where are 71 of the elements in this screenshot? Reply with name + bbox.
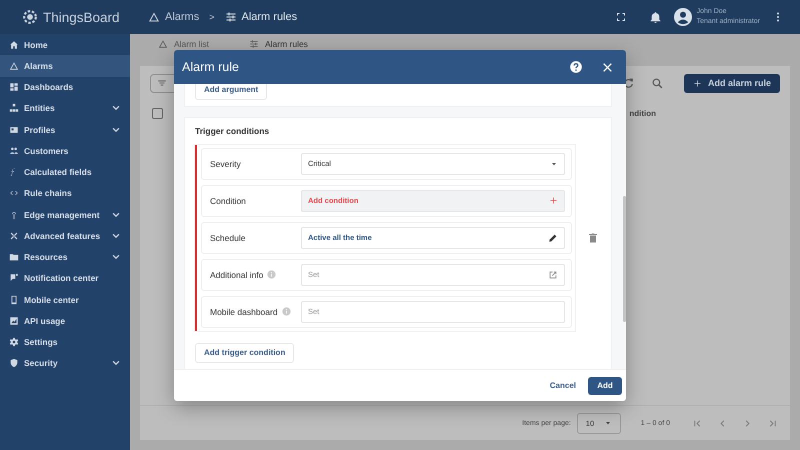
phone-icon — [9, 294, 19, 305]
folder-icon — [9, 252, 19, 262]
sidebar-item[interactable]: Advanced features — [0, 225, 130, 246]
breadcrumb-separator: > — [209, 12, 214, 22]
field-label: Mobile dashboard — [210, 306, 278, 316]
breadcrumb-current: Alarm rules — [224, 11, 298, 23]
fullscreen-icon — [614, 11, 627, 23]
sidebar-item[interactable]: Customers — [0, 140, 130, 162]
filter-icon — [157, 78, 167, 88]
chart-icon — [9, 316, 19, 326]
sidebar-item[interactable]: Alarms — [0, 55, 130, 76]
logo-text: ThingsBoard — [43, 10, 120, 24]
sidebar-item[interactable]: Notification center — [0, 268, 130, 289]
section-title: Trigger conditions — [195, 126, 270, 136]
dashboard-icon — [9, 82, 19, 92]
dropdown-arrow-icon — [604, 419, 612, 427]
warning-icon — [148, 11, 160, 23]
plus-icon — [692, 78, 702, 88]
breadcrumb-link[interactable]: Alarms — [148, 11, 200, 23]
cancel-button[interactable]: Cancel — [550, 381, 576, 390]
sidebar-item[interactable]: Edge management — [0, 204, 130, 226]
warning-icon — [9, 60, 19, 71]
sidebar-item[interactable]: Settings — [0, 332, 130, 353]
sidebar-item[interactable]: Home — [0, 34, 130, 56]
pencil-icon — [548, 232, 558, 242]
column-header: ndition — [629, 108, 656, 118]
field-label: Additional info — [210, 270, 264, 280]
scrollbar[interactable] — [623, 196, 626, 322]
field-label: Schedule — [210, 232, 246, 242]
open-in-new-icon — [548, 270, 558, 280]
sliders-icon — [224, 11, 236, 23]
id-card-icon — [9, 124, 19, 135]
first-page-icon — [692, 418, 703, 428]
sliders-icon — [248, 39, 259, 49]
add-button[interactable]: Add — [588, 376, 622, 394]
add-argument-button[interactable]: Add argument — [195, 84, 268, 100]
sidebar-item[interactable]: Mobile center — [0, 289, 130, 310]
gear-icon — [9, 337, 19, 348]
avatar-icon — [674, 8, 692, 26]
sidebar-item[interactable]: Profiles — [0, 119, 130, 140]
search-icon — [650, 76, 664, 90]
add-trigger-condition-button[interactable]: Add trigger condition — [195, 342, 294, 362]
hierarchy-icon — [9, 103, 19, 114]
close-icon — [601, 60, 614, 74]
trash-icon — [587, 232, 599, 244]
gear-logo-icon — [20, 7, 40, 27]
sidebar-item[interactable]: Entities — [0, 98, 130, 119]
people-icon — [9, 146, 19, 156]
sidebar-item[interactable]: Resources — [0, 246, 130, 268]
last-page-icon — [767, 418, 778, 428]
sidebar-item[interactable]: Calculated fields — [0, 162, 130, 183]
info-icon — [282, 307, 291, 316]
sidebar-item[interactable]: Security — [0, 352, 130, 374]
add-alarm-rule-button[interactable]: Add alarm rule — [684, 74, 780, 92]
sidebar-item[interactable]: Rule chains — [0, 182, 130, 204]
shield-icon — [9, 358, 19, 368]
select-all-checkbox[interactable] — [152, 108, 163, 118]
sidebar-item[interactable]: API usage — [0, 310, 130, 332]
help-icon — [569, 60, 583, 74]
info-icon — [267, 270, 276, 279]
tab[interactable]: Alarm rules — [248, 39, 308, 49]
help-button[interactable] — [567, 58, 585, 76]
sidebar-item[interactable]: Dashboards — [0, 76, 130, 98]
plus-icon — [549, 196, 558, 205]
home-icon — [9, 40, 19, 50]
bell-icon — [648, 10, 662, 24]
warning-icon — [158, 39, 168, 49]
field-label: Condition — [210, 196, 246, 206]
dialog-title: Alarm rule — [182, 60, 239, 74]
delete-button[interactable] — [587, 232, 599, 244]
field-label: Severity — [210, 158, 241, 168]
